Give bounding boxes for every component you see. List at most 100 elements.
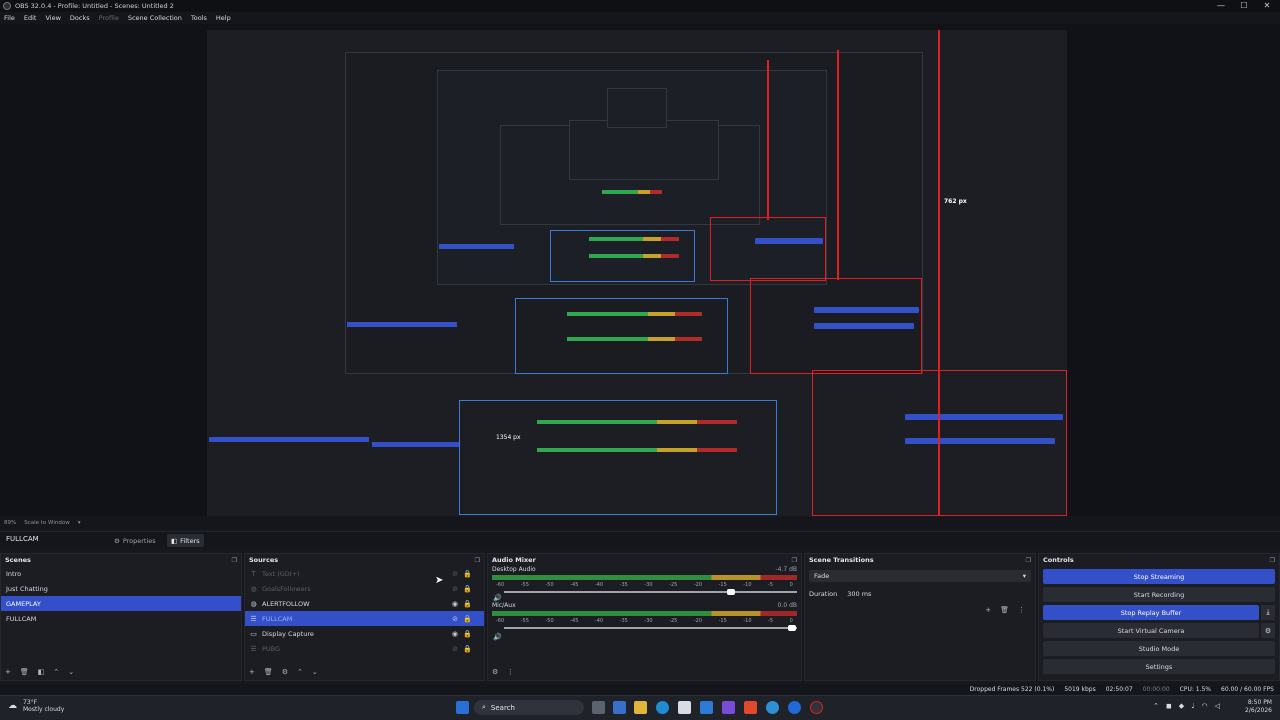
chevron-up-icon[interactable]: ⌃ xyxy=(1153,702,1159,710)
volume-slider[interactable] xyxy=(504,624,797,632)
eye-hidden-icon[interactable]: ⊘ xyxy=(452,570,458,578)
browser-app-icon[interactable] xyxy=(766,701,779,714)
eye-hidden-icon[interactable]: ⊘ xyxy=(452,645,458,653)
preview-canvas[interactable] xyxy=(207,30,1067,516)
gear-icon[interactable]: ⚙ xyxy=(1261,623,1275,638)
move-down-icon[interactable]: ⌄ xyxy=(68,668,74,676)
stop-streaming-button[interactable]: Stop Streaming xyxy=(1043,569,1275,584)
brave-icon[interactable] xyxy=(744,701,757,714)
move-up-icon[interactable]: ⌃ xyxy=(297,668,303,676)
more-options-icon[interactable]: ⋮ xyxy=(1018,606,1025,614)
store-icon[interactable] xyxy=(678,701,691,714)
dock-undock-icon[interactable]: ❐ xyxy=(1270,557,1275,564)
source-item[interactable]: T Text (GDI+) ⊘ 🔒 xyxy=(245,566,484,581)
copilot-icon[interactable] xyxy=(613,701,626,714)
browser-app-icon-2[interactable] xyxy=(788,701,801,714)
lock-icon[interactable]: 🔒 xyxy=(463,615,472,623)
eye-hidden-icon[interactable]: ⊘ xyxy=(452,615,458,623)
taskbar-search[interactable]: ⌕ Search xyxy=(474,700,584,715)
filters-button[interactable]: ◧ Filters xyxy=(167,534,204,547)
speaker-icon[interactable]: 🔊 xyxy=(493,633,502,641)
speaker-icon[interactable]: 🔊 xyxy=(493,594,502,602)
trash-icon[interactable]: 🗑 xyxy=(20,668,29,676)
eye-icon[interactable]: ◉ xyxy=(452,600,458,608)
edge-icon[interactable] xyxy=(656,701,669,714)
lock-icon[interactable]: 🔒 xyxy=(463,630,472,638)
mail-icon[interactable] xyxy=(700,701,713,714)
source-item[interactable]: ◍ GoalsFollowers ⊘ 🔒 xyxy=(245,581,484,596)
settings-button[interactable]: Settings xyxy=(1043,659,1275,674)
source-item[interactable]: ☰ PUBG ⊘ 🔒 xyxy=(245,641,484,656)
properties-button[interactable]: ⚙ Properties xyxy=(110,534,160,547)
source-item[interactable]: ▭ Display Capture ◉ 🔒 xyxy=(245,626,484,641)
menu-tools[interactable]: Tools xyxy=(191,14,207,22)
scene-item-selected[interactable]: GAMEPLAY xyxy=(1,596,241,611)
move-up-icon[interactable]: ⌃ xyxy=(53,668,59,676)
close-button[interactable]: ✕ xyxy=(1256,0,1278,11)
sources-toolbar: + 🗑 ⚙ ⌃ ⌄ xyxy=(249,668,318,676)
dock-undock-icon[interactable]: ❐ xyxy=(1026,557,1031,564)
menu-docks[interactable]: Docks xyxy=(70,14,90,22)
source-item[interactable]: ◍ ALERTFOLLOW ◉ 🔒 xyxy=(245,596,484,611)
mic-icon[interactable]: ♩ xyxy=(1191,702,1194,710)
add-icon[interactable]: + xyxy=(5,668,11,676)
dock-undock-icon[interactable]: ❐ xyxy=(792,557,797,564)
menu-scene-collection[interactable]: Scene Collection xyxy=(128,14,182,22)
trash-icon[interactable]: 🗑 xyxy=(1000,606,1009,614)
scene-item[interactable]: Intro xyxy=(1,566,241,581)
more-options-icon[interactable]: ⋮ xyxy=(507,668,514,676)
dock-undock-icon[interactable]: ❐ xyxy=(475,557,480,564)
trash-icon[interactable]: 🗑 xyxy=(264,668,273,676)
volume-icon[interactable]: ◁ xyxy=(1215,702,1220,710)
save-replay-icon[interactable]: ⤓ xyxy=(1261,605,1275,620)
filters-label: Filters xyxy=(180,536,200,545)
fps: 60.00 / 60.00 FPS xyxy=(1221,685,1274,693)
eye-icon[interactable]: ◉ xyxy=(452,630,458,638)
wifi-icon[interactable]: ◠ xyxy=(1202,702,1208,710)
stop-replay-buffer-button[interactable]: Stop Replay Buffer ⤓ xyxy=(1043,605,1275,620)
scale-dropdown-icon[interactable]: ▾ xyxy=(78,520,81,526)
menu-help[interactable]: Help xyxy=(216,14,231,22)
scene-item[interactable]: FULLCAM xyxy=(1,611,241,626)
add-icon[interactable]: + xyxy=(985,606,991,614)
maximize-button[interactable]: ☐ xyxy=(1233,0,1255,11)
lock-icon[interactable]: 🔒 xyxy=(463,600,472,608)
gear-icon[interactable]: ⚙ xyxy=(282,668,288,676)
scale-mode[interactable]: Scale to Window xyxy=(24,520,70,526)
add-icon[interactable]: + xyxy=(249,668,255,676)
file-explorer-icon[interactable] xyxy=(634,701,647,714)
zoom-level[interactable]: 89% xyxy=(4,520,16,526)
app-icon[interactable] xyxy=(722,701,735,714)
lock-icon[interactable]: 🔒 xyxy=(463,570,472,578)
start-virtual-camera-button[interactable]: Start Virtual Camera ⚙ xyxy=(1043,623,1275,638)
menu-edit[interactable]: Edit xyxy=(24,14,37,22)
obs-taskbar-icon[interactable] xyxy=(810,701,823,714)
dock-undock-icon[interactable]: ❐ xyxy=(232,557,237,564)
eye-hidden-icon[interactable]: ⊘ xyxy=(452,585,458,593)
lock-icon[interactable]: 🔒 xyxy=(463,645,472,653)
menu-view[interactable]: View xyxy=(45,14,60,22)
menu-file[interactable]: File xyxy=(4,14,15,22)
scene-item[interactable]: Just Chatting xyxy=(1,581,241,596)
start-recording-button[interactable]: Start Recording xyxy=(1043,587,1275,602)
task-view-icon[interactable] xyxy=(592,701,605,714)
tray-app-icon-2[interactable]: ◆ xyxy=(1179,702,1184,710)
filter-icon[interactable]: ◧ xyxy=(38,668,45,676)
weather-widget[interactable]: ☁ 73°F Mostly cloudy xyxy=(8,699,64,713)
windows-start-icon[interactable] xyxy=(456,701,469,714)
taskbar-clock[interactable]: 8:50 PM 2/6/2026 xyxy=(1245,699,1272,715)
scenes-dock: Scenes ❐ Intro Just Chatting GAMEPLAY FUL… xyxy=(0,553,242,681)
move-down-icon[interactable]: ⌄ xyxy=(312,668,318,676)
menu-profile[interactable]: Profile xyxy=(99,14,119,22)
transition-select[interactable]: Fade ▾ xyxy=(809,570,1031,582)
tray-app-icon[interactable]: ◼ xyxy=(1166,702,1172,710)
minimize-button[interactable]: — xyxy=(1210,0,1232,11)
duration-input[interactable]: 300 ms xyxy=(843,588,876,600)
source-item-selected[interactable]: ☰ FULLCAM ⊘ 🔒 xyxy=(245,611,484,626)
lock-icon[interactable]: 🔒 xyxy=(463,585,472,593)
gear-icon[interactable]: ⚙ xyxy=(492,668,498,676)
studio-mode-button[interactable]: Studio Mode xyxy=(1043,641,1275,656)
transition-value: Fade xyxy=(814,572,830,580)
status-bar: Dropped Frames 522 (0.1%) 5019 kbps 02:5… xyxy=(0,684,1280,694)
volume-slider[interactable] xyxy=(504,588,797,596)
